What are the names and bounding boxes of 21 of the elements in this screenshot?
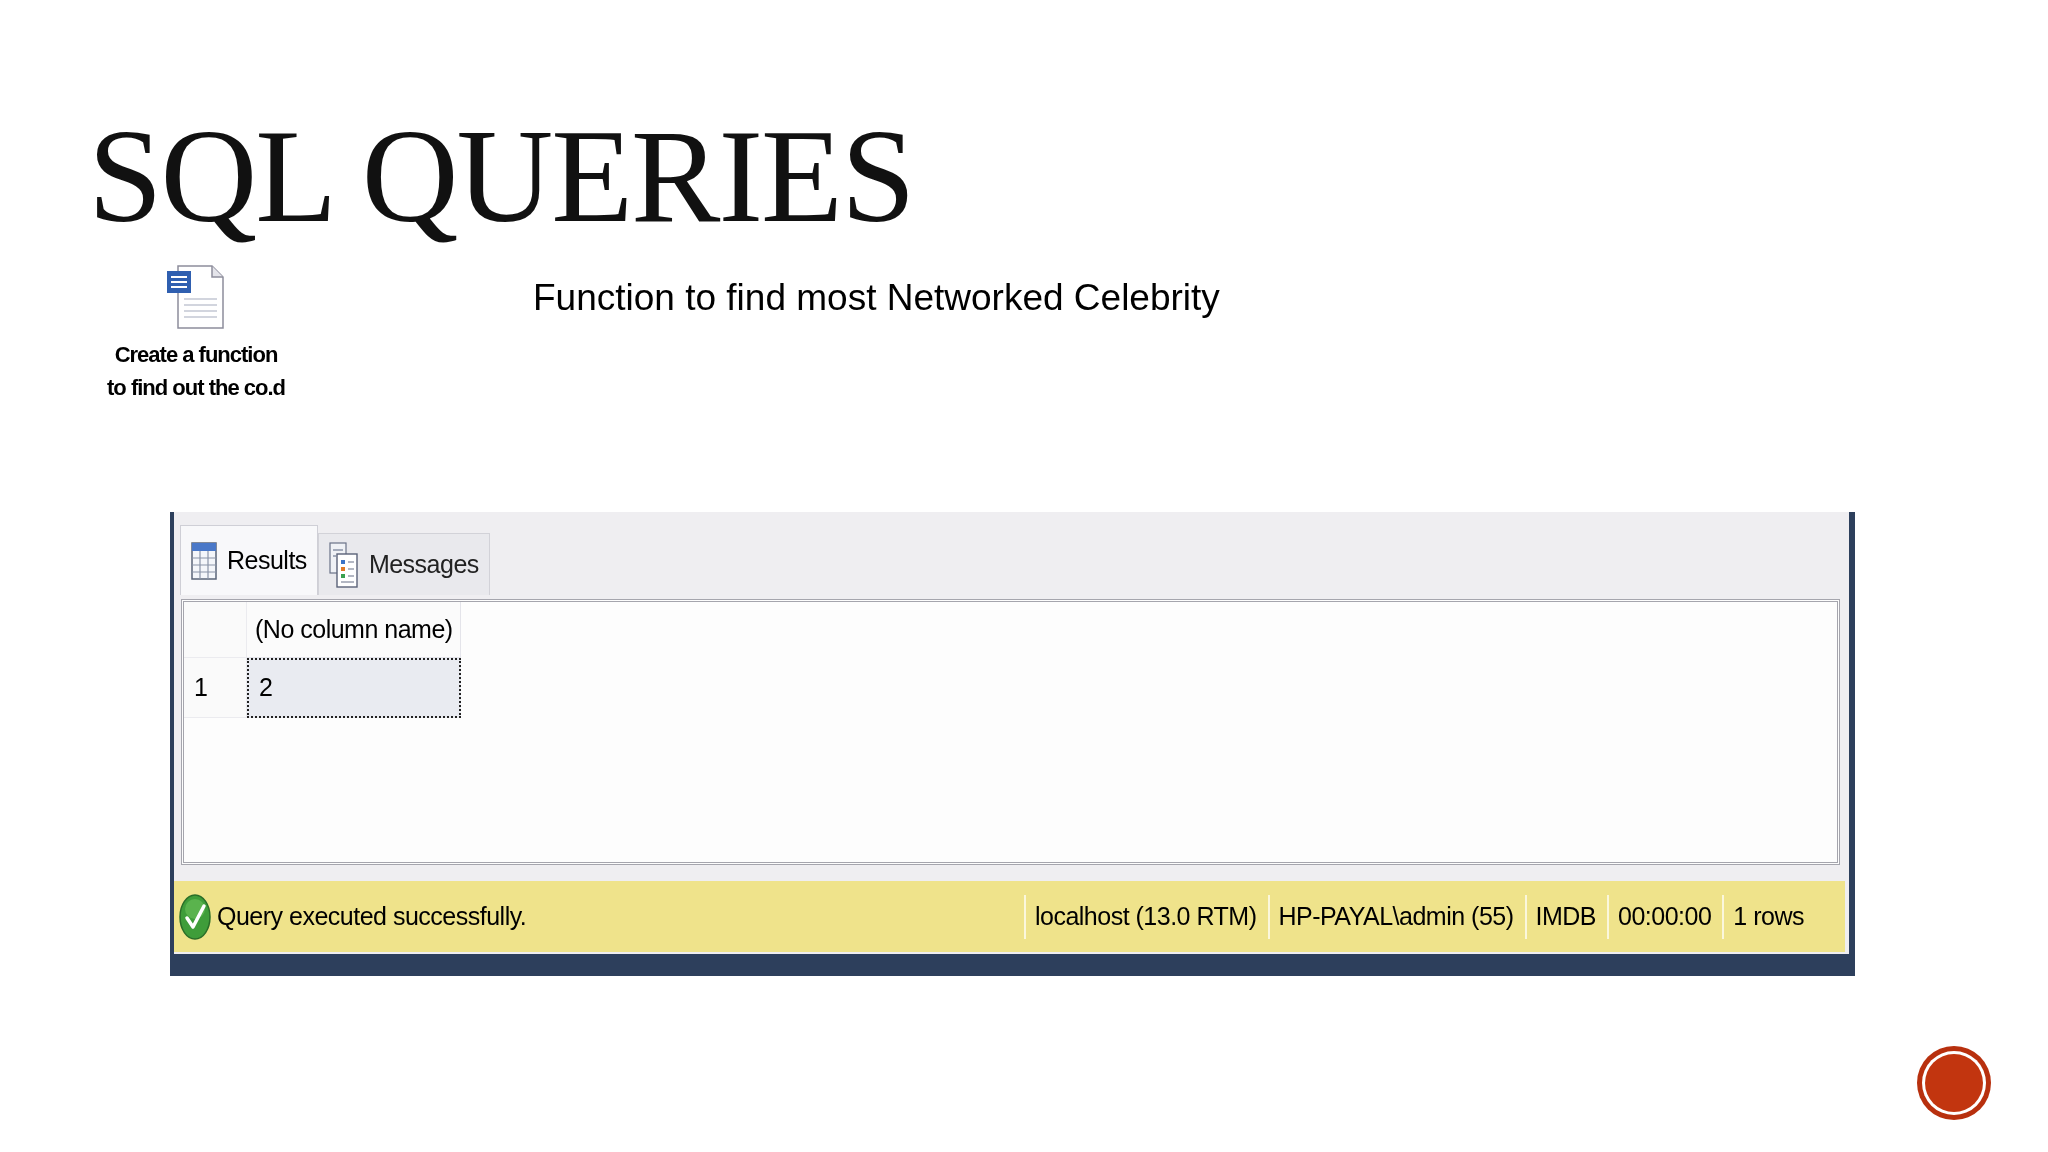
grid-corner-cell[interactable] bbox=[184, 602, 247, 658]
row-number: 1 bbox=[184, 658, 247, 718]
disc-icon bbox=[1916, 1045, 1992, 1121]
column-header[interactable]: (No column name) bbox=[247, 602, 461, 658]
status-field: HP-PAYAL\admin (55) bbox=[1267, 894, 1525, 939]
attachment-label: Create a function bbox=[114, 341, 278, 369]
slide-title: SQL QUERIES bbox=[88, 109, 914, 243]
results-tab[interactable]: Results bbox=[180, 525, 318, 595]
status-field: 1 rows bbox=[1722, 894, 1815, 939]
slide-subtitle: Function to find most Networked Celebrity bbox=[533, 277, 1220, 319]
table-cell[interactable]: 2 bbox=[247, 658, 461, 718]
messages-icon bbox=[328, 541, 359, 588]
status-message: Query executed successfully. bbox=[217, 900, 527, 932]
attachment-label: to find out the co.d bbox=[107, 374, 285, 402]
success-check-icon bbox=[179, 893, 211, 940]
table-icon bbox=[191, 541, 217, 580]
status-field: 00:00:00 bbox=[1607, 894, 1723, 939]
status-field: localhost (13.0 RTM) bbox=[1023, 894, 1268, 939]
status-field: IMDB bbox=[1524, 894, 1608, 939]
document-icon[interactable] bbox=[166, 265, 226, 329]
results-tab[interactable]: Messages bbox=[317, 533, 490, 595]
